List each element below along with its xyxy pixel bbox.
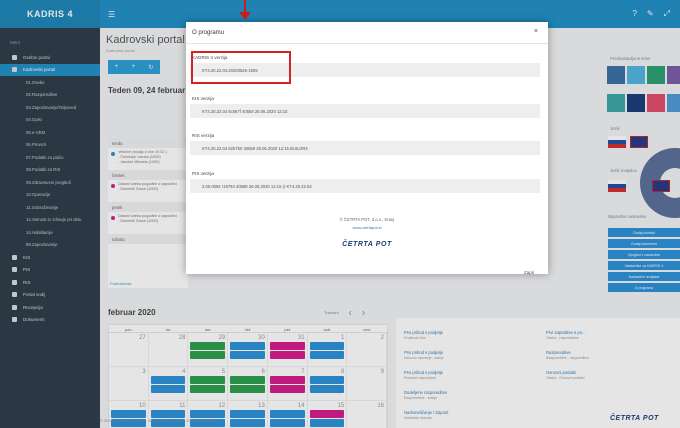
version-block-kis: KIS verzija KT4.20.22.04 5c567f 40558 26… bbox=[190, 96, 540, 118]
highlight-box bbox=[191, 51, 291, 84]
company-website-link[interactable]: www.cetrtapot.si bbox=[186, 225, 548, 230]
modal-title: O programu bbox=[192, 29, 225, 36]
version-label: PIS verzija bbox=[192, 171, 214, 176]
annotation-arrow-head bbox=[239, 12, 251, 20]
modal-header: O programu bbox=[186, 22, 548, 44]
version-block-ris: RIS verzija KT4.20.22.04 82b7b0 40558 26… bbox=[190, 133, 540, 155]
close-button[interactable]: Zapri bbox=[524, 270, 534, 275]
version-label: KIS verzija bbox=[192, 96, 214, 101]
version-label: RIS verzija bbox=[192, 133, 215, 138]
company-logo: ČETRTA POT bbox=[342, 241, 392, 248]
close-icon[interactable]: × bbox=[534, 28, 538, 35]
version-value: KT4.20.22.04 5c567f 40558 26.05.2020 12:… bbox=[190, 104, 540, 118]
version-value: KT4.20.22.04 82b7b0 40558 26.05.2020 12:… bbox=[190, 141, 540, 155]
version-value: 3.00.0094 r19794 40558 26.05.2020 12:15 … bbox=[190, 179, 540, 193]
version-block-pis: PIS verzija 3.00.0094 r19794 40558 26.05… bbox=[190, 171, 540, 193]
company-name: © ČETRTA POT, d.o.o., Kranj bbox=[339, 217, 395, 222]
